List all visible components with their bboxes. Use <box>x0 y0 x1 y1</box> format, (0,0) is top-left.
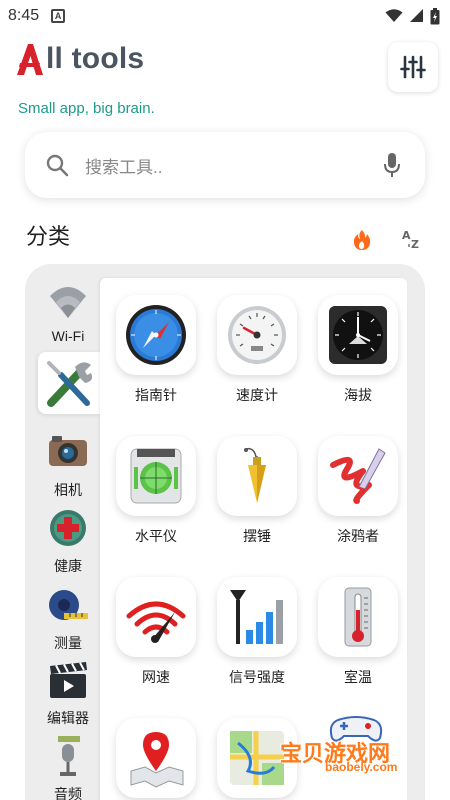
svg-text:A: A <box>402 229 411 242</box>
wifi-status-icon <box>385 9 403 22</box>
tool-level[interactable]: 水平仪 <box>113 436 199 546</box>
network-speed-icon <box>126 601 186 643</box>
tape-measure-icon <box>49 590 88 620</box>
tagline: Small app, big brain. <box>18 100 155 117</box>
microphone-icon[interactable] <box>383 152 401 178</box>
altimeter-icon <box>329 306 387 364</box>
watermark: 宝贝游戏网 baobely.com <box>270 712 445 782</box>
category-wifi[interactable]: Wi-Fi <box>33 280 103 344</box>
category-tools[interactable] <box>38 352 100 414</box>
cell-signal-icon <box>410 9 423 22</box>
tool-altimeter[interactable]: 海拔 <box>315 295 401 405</box>
health-cross-icon <box>50 510 86 546</box>
microphone-stand-icon <box>58 736 80 776</box>
speedometer-icon <box>228 306 286 364</box>
clapperboard-icon <box>50 662 87 698</box>
fire-icon[interactable] <box>352 229 372 251</box>
search-bar[interactable]: 搜索工具.. <box>25 132 425 198</box>
thermometer-icon <box>344 587 372 647</box>
watermark-en: baobely.com <box>325 760 398 774</box>
category-editor[interactable]: 编辑器 <box>33 660 103 728</box>
map-pin-icon <box>130 732 184 788</box>
camera-icon <box>49 436 87 466</box>
section-title: 分类 <box>26 224 71 249</box>
tool-plumb-bob[interactable]: 摆锤 <box>214 436 300 546</box>
level-icon <box>130 448 182 504</box>
category-audio[interactable]: 音频 <box>33 736 103 800</box>
svg-text:Z: Z <box>411 238 419 250</box>
status-time: 8:45 <box>8 7 40 24</box>
battery-icon <box>430 7 440 24</box>
notification-icon: A <box>51 9 66 23</box>
tool-network-speed[interactable]: 网速 <box>113 577 199 687</box>
sliders-icon <box>400 55 426 79</box>
plumb-bob-icon <box>244 447 266 503</box>
category-measure[interactable]: 测量 <box>33 585 103 653</box>
wrench-screwdriver-icon <box>47 361 93 407</box>
tool-doodle[interactable]: 涂鸦者 <box>315 436 401 546</box>
sort-az-icon[interactable]: A Z <box>400 228 424 250</box>
signal-strength-icon <box>230 590 283 644</box>
tool-signal-strength[interactable]: 信号强度 <box>214 577 300 687</box>
tool-map-pin[interactable] <box>113 718 199 800</box>
tool-compass[interactable]: 指南针 <box>113 295 199 405</box>
category-camera[interactable]: 相机 <box>33 432 103 500</box>
app-title: ll tools <box>46 42 145 75</box>
compass-icon <box>126 305 186 365</box>
search-icon <box>46 154 69 177</box>
doodle-icon <box>330 448 386 504</box>
settings-button[interactable] <box>388 42 438 92</box>
tool-thermometer[interactable]: 室温 <box>315 577 401 687</box>
status-bar: 8:45 A <box>0 0 450 32</box>
search-input[interactable]: 搜索工具.. <box>85 153 383 178</box>
tool-speedometer[interactable]: 速度计 <box>214 295 300 405</box>
logo-a-icon <box>17 44 43 75</box>
app-logo: ll tools <box>16 42 144 76</box>
category-health[interactable]: 健康 <box>33 508 103 576</box>
wifi-icon <box>50 287 86 318</box>
